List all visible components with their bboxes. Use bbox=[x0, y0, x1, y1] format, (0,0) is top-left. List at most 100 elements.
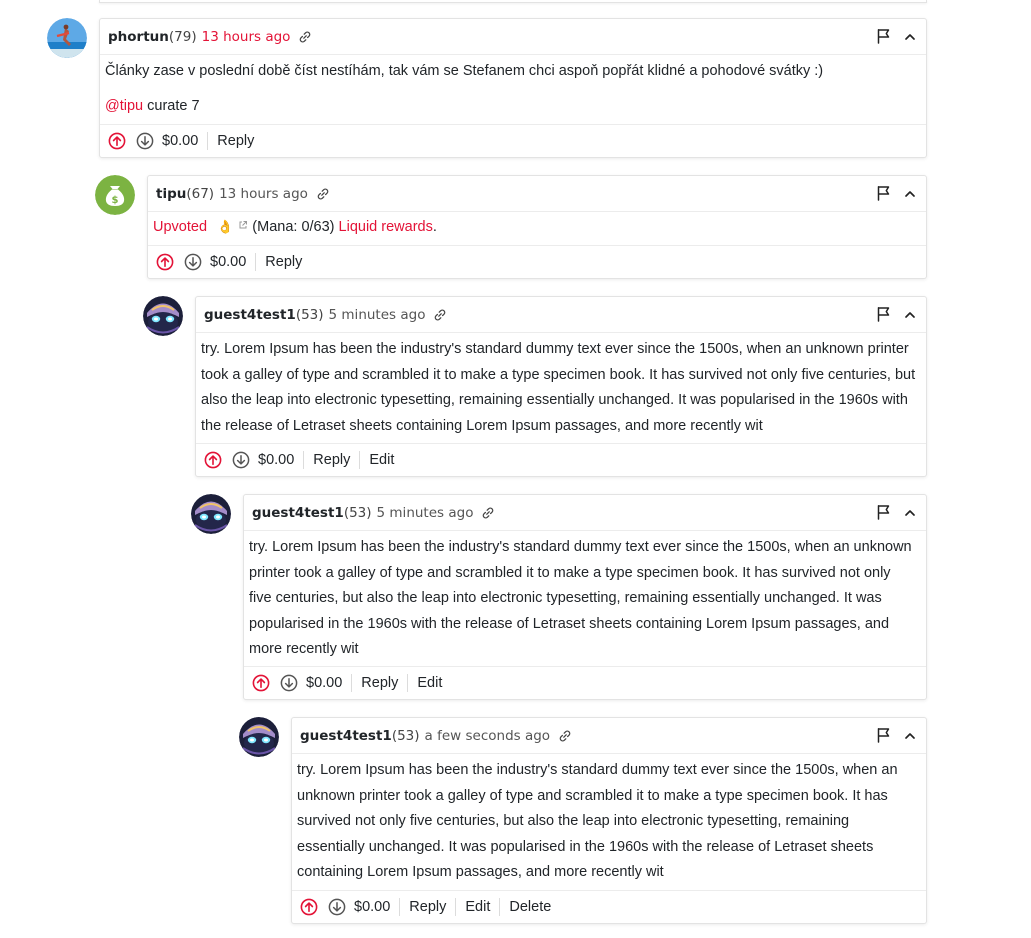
link-icon[interactable] bbox=[481, 506, 495, 520]
reply-button[interactable]: Reply bbox=[351, 674, 407, 692]
command-text: curate 7 bbox=[143, 97, 200, 114]
comment-timestamp[interactable]: 13 hours ago bbox=[219, 186, 308, 202]
reply-button[interactable]: Reply bbox=[255, 253, 311, 271]
chevron-up-icon[interactable] bbox=[904, 729, 916, 747]
comment-footer: $0.00 Reply Edit Delete bbox=[292, 890, 926, 923]
author-reputation: (53) bbox=[343, 504, 372, 521]
comment-line: unknown printer took a galley of type an… bbox=[297, 787, 888, 804]
comment-timestamp[interactable]: 5 minutes ago bbox=[329, 307, 426, 323]
arrow-down-circle-icon[interactable] bbox=[136, 132, 154, 150]
comment-command: @tipu curate 7 bbox=[105, 94, 920, 120]
comment-line: five centuries, but also the leap into e… bbox=[249, 590, 882, 606]
author-reputation: (53) bbox=[391, 727, 420, 744]
comment-line: also the leap into electronic typesettin… bbox=[201, 392, 908, 408]
flag-icon[interactable] bbox=[876, 504, 892, 525]
comment-line: containing Lorem Ipsum passages, and mor… bbox=[297, 864, 664, 880]
link-icon[interactable] bbox=[316, 187, 330, 201]
arrow-up-circle-icon[interactable] bbox=[108, 132, 126, 150]
avatar[interactable] bbox=[191, 494, 231, 534]
reply-button[interactable]: Reply bbox=[303, 451, 359, 469]
comment-footer: $0.00 Reply Edit bbox=[244, 666, 926, 699]
flag-icon[interactable] bbox=[876, 727, 892, 748]
author-name[interactable]: guest4test1 bbox=[204, 307, 296, 323]
author-name[interactable]: guest4test1 bbox=[252, 505, 344, 521]
comment-line: essentially unchanged. It was popularise… bbox=[297, 838, 874, 855]
link-icon[interactable] bbox=[558, 729, 572, 743]
arrow-up-circle-icon[interactable] bbox=[204, 451, 222, 469]
comment-timestamp[interactable]: 13 hours ago bbox=[202, 29, 291, 45]
comment-header: tipu (67) 13 hours ago bbox=[148, 176, 926, 212]
ok-hand-emoji: 👌 bbox=[217, 219, 234, 234]
author-name[interactable]: tipu bbox=[156, 186, 186, 202]
comment-line: survived not only five centuries, but al… bbox=[297, 813, 850, 829]
author-reputation: (79) bbox=[168, 28, 197, 45]
comment-card: guest4test1 (53) a few seconds ago try. … bbox=[291, 717, 927, 924]
comment-line: more recently wit bbox=[249, 641, 359, 657]
mana-text: (Mana: 0/63) bbox=[248, 219, 339, 235]
comment-header: guest4test1 (53) 5 minutes ago bbox=[196, 297, 926, 333]
chevron-up-icon[interactable] bbox=[904, 30, 916, 48]
comment-body: try. Lorem Ipsum has been the industry's… bbox=[244, 535, 926, 663]
external-link-icon[interactable] bbox=[238, 214, 248, 240]
comment-header: phortun (79) 13 hours ago bbox=[100, 19, 926, 55]
comment-line: try. Lorem Ipsum has been the industry's… bbox=[201, 341, 909, 357]
arrow-down-circle-icon[interactable] bbox=[280, 674, 298, 692]
mention-link[interactable]: @tipu bbox=[105, 98, 143, 114]
author-name[interactable]: phortun bbox=[108, 29, 169, 45]
chevron-up-icon[interactable] bbox=[904, 187, 916, 205]
payout-value[interactable]: $0.00 bbox=[162, 133, 207, 149]
comment-body: Upvoted 👌 (Mana: 0/63) Liquid rewards. bbox=[148, 214, 926, 241]
payout-value[interactable]: $0.00 bbox=[306, 675, 351, 691]
arrow-up-circle-icon[interactable] bbox=[252, 674, 270, 692]
link-icon[interactable] bbox=[298, 30, 312, 44]
comment-text: Články zase v poslední době číst nestíhá… bbox=[105, 63, 824, 79]
liquid-rewards-link[interactable]: Liquid rewards bbox=[339, 219, 433, 235]
comment-line: printer took a galley of type and scramb… bbox=[249, 564, 891, 581]
comment-body: Články zase v poslední době číst nestíhá… bbox=[100, 59, 926, 119]
previous-comment-card-edge bbox=[99, 0, 927, 3]
author-reputation: (53) bbox=[295, 306, 324, 323]
svg-text:$: $ bbox=[112, 195, 119, 206]
comment-card: phortun (79) 13 hours ago Články zase v … bbox=[99, 18, 927, 158]
reply-button[interactable]: Reply bbox=[399, 898, 455, 916]
avatar[interactable] bbox=[47, 18, 87, 58]
chevron-up-icon[interactable] bbox=[904, 308, 916, 326]
comment-card: tipu (67) 13 hours ago Upvoted 👌 (Mana: … bbox=[147, 175, 927, 279]
payout-value[interactable]: $0.00 bbox=[354, 899, 399, 915]
arrow-up-circle-icon[interactable] bbox=[300, 898, 318, 916]
comment-timestamp[interactable]: 5 minutes ago bbox=[377, 505, 474, 521]
payout-value[interactable]: $0.00 bbox=[258, 452, 303, 468]
arrow-down-circle-icon[interactable] bbox=[184, 253, 202, 271]
arrow-down-circle-icon[interactable] bbox=[328, 898, 346, 916]
arrow-up-circle-icon[interactable] bbox=[156, 253, 174, 271]
author-name[interactable]: guest4test1 bbox=[300, 728, 392, 744]
author-reputation: (67) bbox=[186, 185, 215, 202]
comment-line: popularised in the 1960s with the releas… bbox=[249, 615, 890, 632]
comment-footer: $0.00 Reply bbox=[148, 245, 926, 278]
avatar[interactable] bbox=[239, 717, 279, 757]
flag-icon[interactable] bbox=[876, 28, 892, 49]
flag-icon[interactable] bbox=[876, 185, 892, 206]
edit-button[interactable]: Edit bbox=[407, 674, 451, 692]
reply-button[interactable]: Reply bbox=[207, 132, 263, 150]
edit-button[interactable]: Edit bbox=[359, 451, 403, 469]
comment-card: guest4test1 (53) 5 minutes ago try. Lore… bbox=[243, 494, 927, 700]
chevron-up-icon[interactable] bbox=[904, 506, 916, 524]
flag-icon[interactable] bbox=[876, 306, 892, 327]
upvoted-link[interactable]: Upvoted bbox=[153, 219, 207, 235]
link-icon[interactable] bbox=[433, 308, 447, 322]
arrow-down-circle-icon[interactable] bbox=[232, 451, 250, 469]
comment-header: guest4test1 (53) a few seconds ago bbox=[292, 718, 926, 754]
comment-header: guest4test1 (53) 5 minutes ago bbox=[244, 495, 926, 531]
comment-timestamp[interactable]: a few seconds ago bbox=[425, 728, 551, 744]
comment-body: try. Lorem Ipsum has been the industry's… bbox=[292, 758, 926, 886]
avatar[interactable]: $ bbox=[95, 175, 135, 215]
avatar[interactable] bbox=[143, 296, 183, 336]
comment-line: the release of Letraset sheets containin… bbox=[201, 417, 763, 434]
delete-button[interactable]: Delete bbox=[499, 898, 560, 916]
comment-footer: $0.00 Reply bbox=[100, 124, 926, 157]
edit-button[interactable]: Edit bbox=[455, 898, 499, 916]
comment-card: guest4test1 (53) 5 minutes ago try. Lore… bbox=[195, 296, 927, 477]
payout-value[interactable]: $0.00 bbox=[210, 254, 255, 270]
comment-line: try. Lorem Ipsum has been the industry's… bbox=[297, 762, 898, 778]
